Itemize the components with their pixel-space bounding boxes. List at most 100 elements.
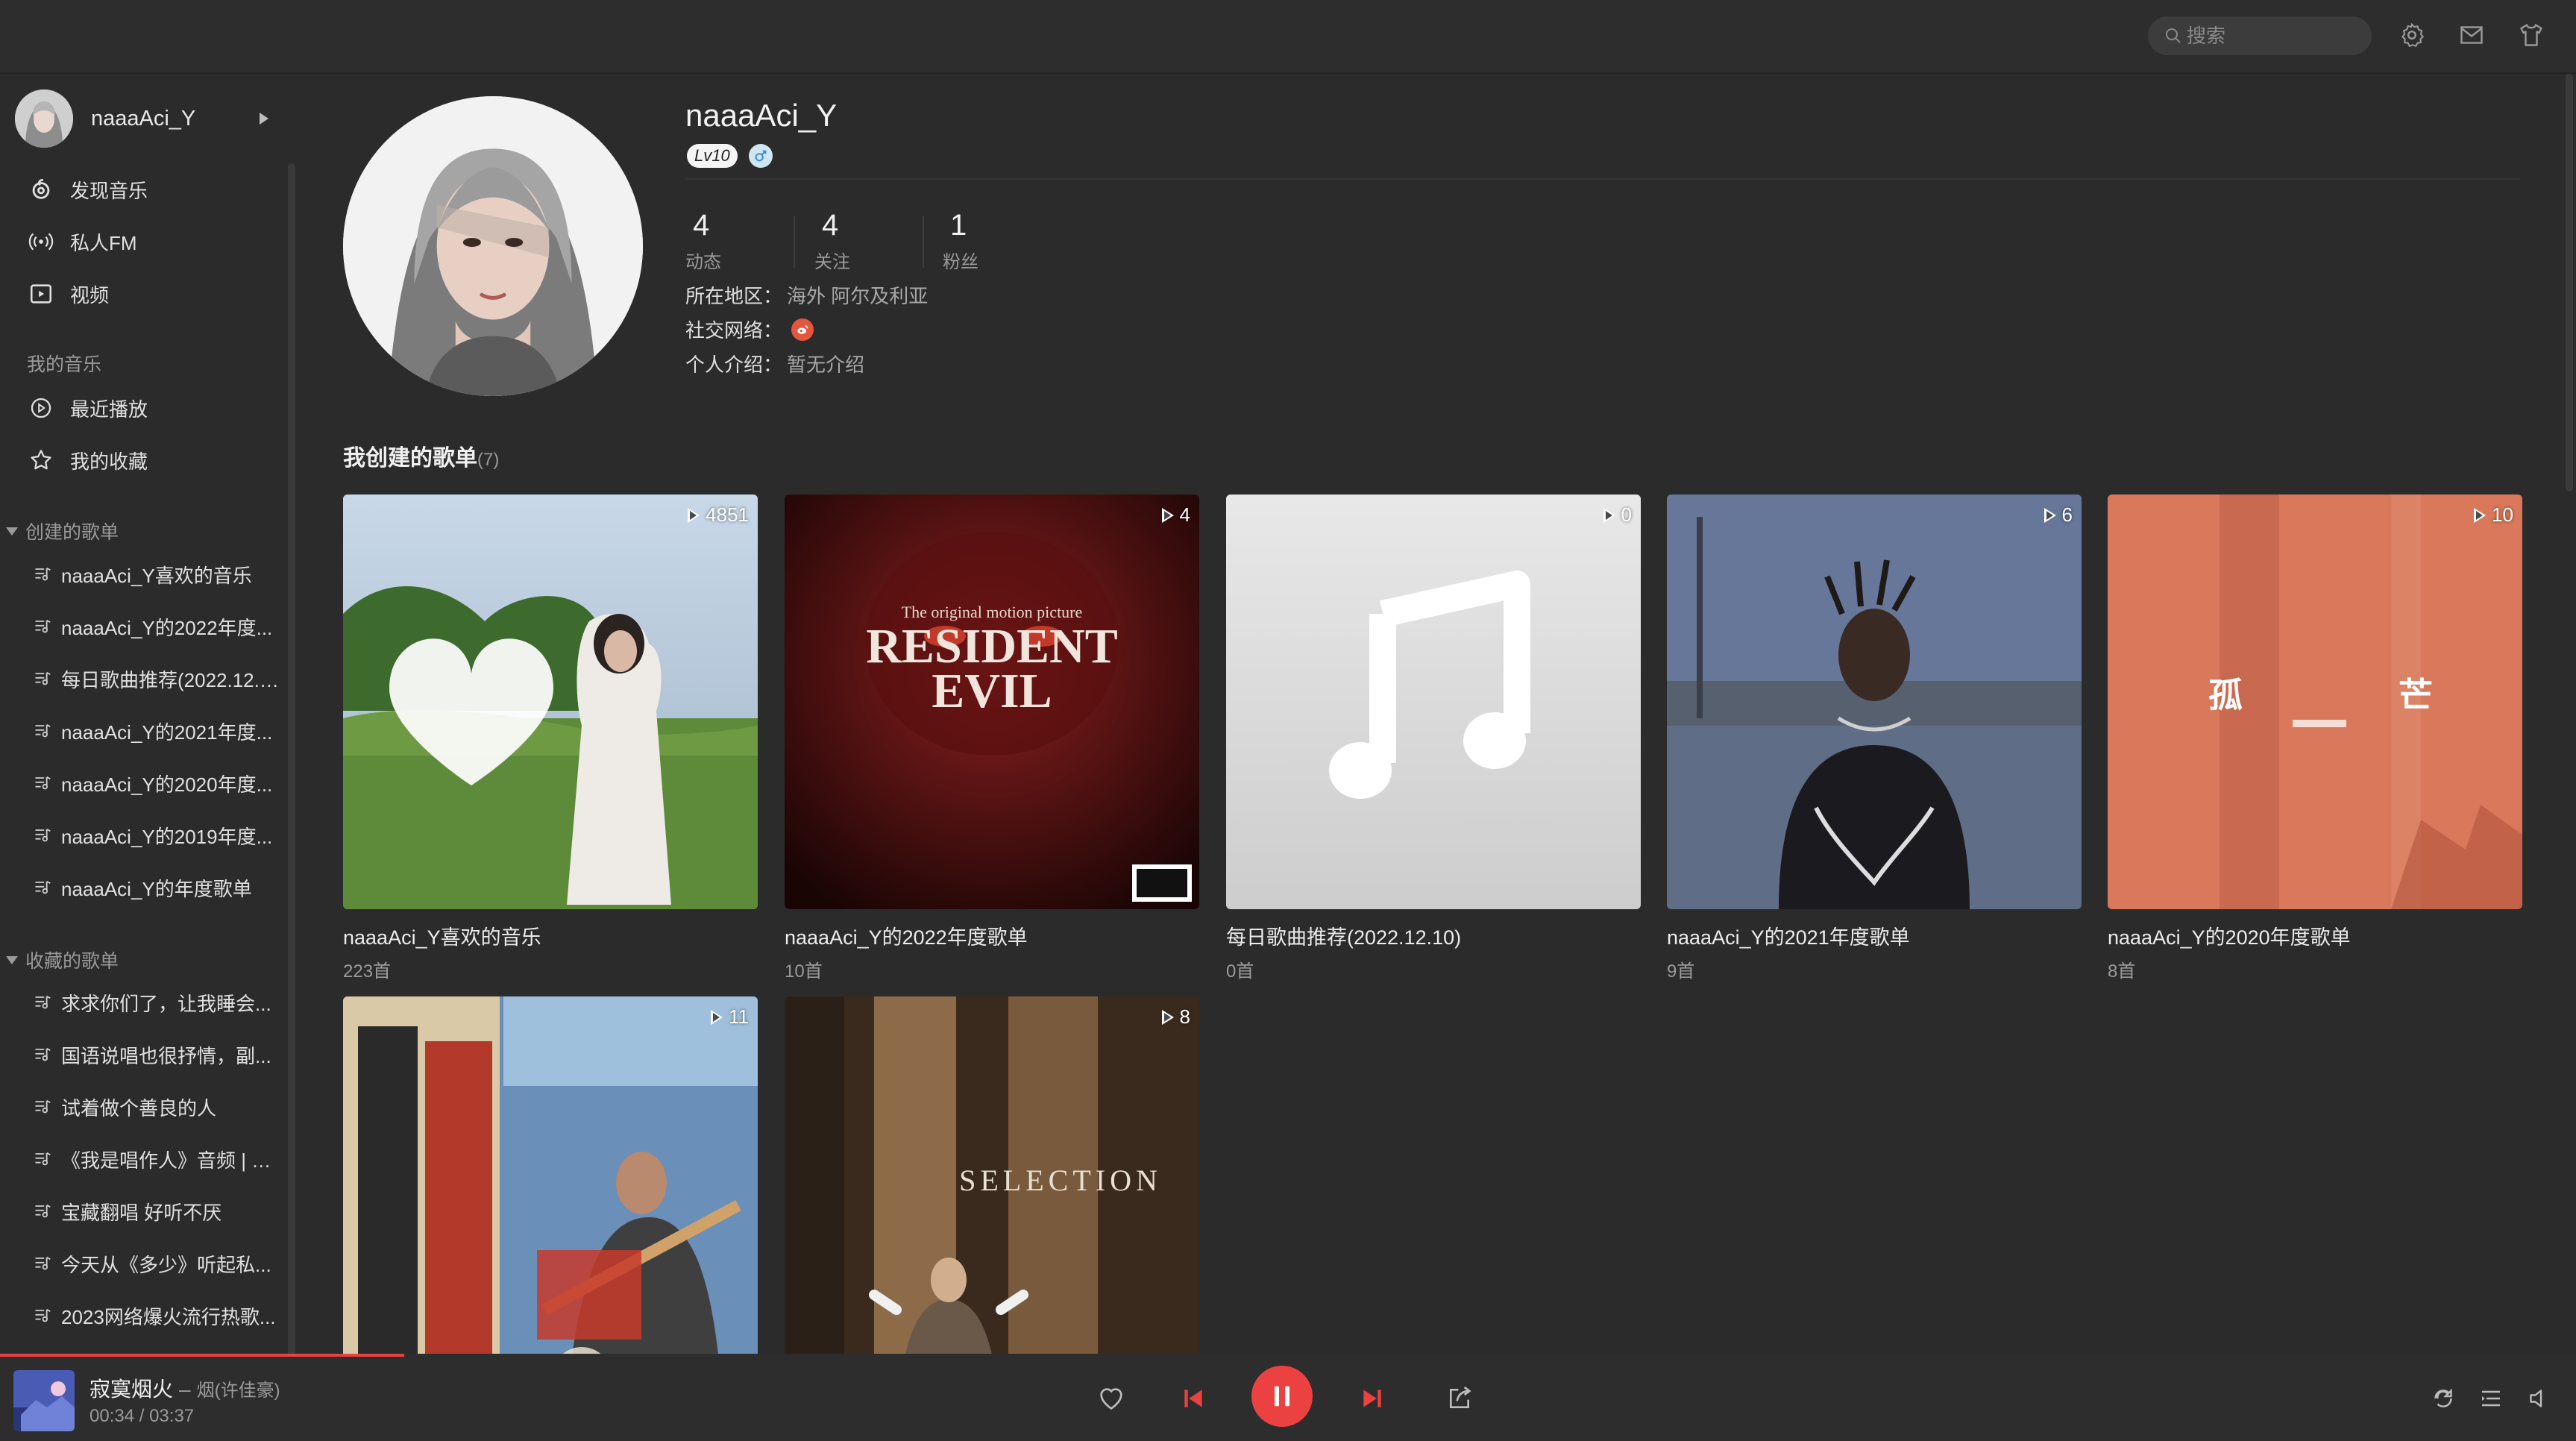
collected-playlist-item[interactable]: 宝藏翻唱 好听不厌 xyxy=(33,1193,286,1230)
playlist-card[interactable]: 4851 naaaAci_Y喜欢的音乐 223首 xyxy=(343,495,758,982)
next-button[interactable] xyxy=(1356,1382,1389,1415)
playlist-card[interactable]: The original motion picture RESIDENT EVI… xyxy=(785,495,1199,982)
playlist-icon xyxy=(35,1047,51,1061)
playlist-name[interactable]: 每日歌曲推荐(2022.12.10) xyxy=(1226,921,1641,950)
caret-right-icon[interactable] xyxy=(260,113,268,125)
collected-playlist-item[interactable]: 今天从《多少》听起私... xyxy=(33,1245,286,1282)
search-icon xyxy=(2166,28,2181,43)
created-playlist-item[interactable]: naaaAci_Y的2020年度... xyxy=(33,765,286,802)
skip-previous-icon xyxy=(1184,1390,1202,1407)
share-button[interactable] xyxy=(1443,1382,1476,1415)
current-time: 00:34 xyxy=(89,1406,135,1426)
mail-icon[interactable] xyxy=(2457,21,2486,49)
playlist-card[interactable]: 6 naaaAci_Y的2021年度歌单 9首 xyxy=(1667,495,2082,982)
stat-divider xyxy=(923,216,924,268)
search-input[interactable] xyxy=(2187,24,2358,48)
nav-recent-played[interactable]: 最近播放 xyxy=(28,389,148,427)
recent-icon xyxy=(31,398,51,418)
progress-bar[interactable] xyxy=(0,1354,2576,1357)
app-window: naaaAci_Y 发现音乐 私人FM 视频 我的音乐 最近播放 我的收藏 创建… xyxy=(0,0,2576,1441)
playlist-name[interactable]: naaaAci_Y的2021年度歌单 xyxy=(1667,921,2082,950)
settings-icon[interactable] xyxy=(2398,21,2426,49)
cover-title: SELECTION xyxy=(959,1164,1162,1197)
now-playing-title[interactable]: 寂寞烟火 xyxy=(89,1378,173,1401)
title-separator: – xyxy=(179,1378,191,1401)
nav-personal-fm[interactable]: 私人FM xyxy=(28,223,137,260)
my-music-title: 我的音乐 xyxy=(27,354,102,375)
playlist-icon xyxy=(35,723,51,738)
region-label: 所在地区： xyxy=(685,285,783,307)
play-count-icon xyxy=(2474,507,2487,523)
nav-label: 最近播放 xyxy=(70,398,148,421)
stat-number: 1 xyxy=(950,209,967,242)
nav-my-collection[interactable]: 我的收藏 xyxy=(28,442,148,479)
created-playlist-item[interactable]: naaaAci_Y的2022年度... xyxy=(33,608,286,645)
cover-title-line2: EVIL xyxy=(932,664,1052,718)
loop-icon xyxy=(2434,1388,2452,1407)
playlist-cover[interactable]: The original motion picture RESIDENT EVI… xyxy=(785,495,1199,909)
collected-playlist-item[interactable]: 《我是唱作人》音频 | 热... xyxy=(33,1140,286,1178)
playlist-icon xyxy=(35,619,51,633)
playlist-cover[interactable]: 11 xyxy=(343,996,758,1355)
playlist-card[interactable]: 11 xyxy=(343,996,758,1355)
nav-label: 我的收藏 xyxy=(70,450,148,473)
created-playlist-item[interactable]: 每日歌曲推荐(2022.12.10) xyxy=(33,660,286,697)
playlist-track-count: 0首 xyxy=(1226,961,1254,982)
avatar[interactable] xyxy=(15,90,73,148)
playlist-card[interactable]: SELECTION 8 xyxy=(785,996,1199,1355)
collected-playlist-item[interactable]: 国语说唱也很抒情，副... xyxy=(33,1036,286,1073)
user-profile-entry[interactable]: naaaAci_Y xyxy=(15,89,276,148)
stat-fans[interactable]: 1 粉丝 xyxy=(943,208,1069,273)
collected-playlist-item[interactable]: 求求你们了，让我睡会... xyxy=(33,984,286,1021)
play-mode-button[interactable] xyxy=(2430,1385,2458,1413)
playlist-name[interactable]: naaaAci_Y喜欢的音乐 xyxy=(343,921,758,950)
playlist-track-count: 8首 xyxy=(2108,961,2136,982)
playlist-queue-button[interactable] xyxy=(2478,1385,2506,1413)
playlist-card[interactable]: 孤 芒 10 naaaAci_Y的2020年度歌单 8首 xyxy=(2108,495,2522,982)
previous-button[interactable] xyxy=(1177,1382,1210,1415)
time-separator: / xyxy=(139,1406,145,1426)
volume-button[interactable] xyxy=(2525,1385,2554,1413)
collected-playlist-item[interactable]: 2023网络爆火流行热歌... xyxy=(33,1297,286,1334)
collected-playlists-toggle[interactable]: 收藏的歌单 xyxy=(6,946,119,973)
playlist-icon xyxy=(35,567,51,581)
created-playlist-label: 每日歌曲推荐(2022.12.10) xyxy=(61,668,286,691)
created-playlist-label: naaaAci_Y的2020年度... xyxy=(61,773,273,796)
main-scrollbar[interactable] xyxy=(2566,74,2573,492)
sidebar-scrollbar[interactable] xyxy=(288,163,295,1355)
play-count-icon xyxy=(1603,507,1615,523)
playlist-icon xyxy=(35,776,51,790)
created-playlist-item[interactable]: naaaAci_Y的年度歌单 xyxy=(33,869,286,906)
collected-playlist-item[interactable]: 试着做个善良的人 xyxy=(33,1088,286,1126)
collected-playlist-label: 2023网络爆火流行热歌... xyxy=(61,1305,276,1328)
now-playing-artist[interactable]: 烟(许佳豪) xyxy=(197,1381,280,1401)
collected-playlist-label: 试着做个善良的人 xyxy=(61,1096,217,1120)
nav-discover-music[interactable]: 发现音乐 xyxy=(28,171,148,208)
playlist-name[interactable]: naaaAci_Y的2020年度歌单 xyxy=(2108,921,2522,950)
playlist-cover[interactable]: 孤 芒 10 xyxy=(2108,495,2522,909)
progress-fill xyxy=(0,1354,405,1357)
nav-video[interactable]: 视频 xyxy=(28,275,109,313)
created-playlist-label: naaaAci_Y的2022年度... xyxy=(61,616,273,639)
playlist-cover[interactable]: 0 xyxy=(1226,495,1641,909)
created-playlist-item[interactable]: naaaAci_Y的2021年度... xyxy=(33,712,286,750)
playlist-card[interactable]: 0 每日歌曲推荐(2022.12.10) 0首 xyxy=(1226,495,1641,982)
playlist-cover[interactable]: 6 xyxy=(1667,495,2082,909)
social-row: 社交网络： xyxy=(685,315,814,343)
weibo-icon[interactable] xyxy=(791,318,814,341)
created-playlist-label: naaaAci_Y的2021年度... xyxy=(61,720,273,744)
play-count-icon xyxy=(2043,507,2056,523)
now-playing-cover[interactable] xyxy=(13,1370,75,1431)
skin-icon[interactable] xyxy=(2517,21,2545,49)
playlist-cover[interactable]: 4851 xyxy=(343,495,758,909)
created-playlists-title: 创建的歌单 xyxy=(25,522,119,543)
created-playlist-item[interactable]: naaaAci_Y的2019年度... xyxy=(33,817,286,854)
created-playlist-item[interactable]: naaaAci_Y喜欢的音乐 xyxy=(33,556,286,593)
like-button[interactable] xyxy=(1095,1382,1128,1415)
search-box[interactable] xyxy=(2148,16,2372,55)
playlist-cover[interactable]: SELECTION 8 xyxy=(785,996,1199,1355)
user-name[interactable]: naaaAci_Y xyxy=(91,107,260,131)
pause-button[interactable] xyxy=(1251,1366,1313,1427)
created-playlists-toggle[interactable]: 创建的歌单 xyxy=(6,518,119,544)
playlist-name[interactable]: naaaAci_Y的2022年度歌单 xyxy=(785,921,1199,950)
